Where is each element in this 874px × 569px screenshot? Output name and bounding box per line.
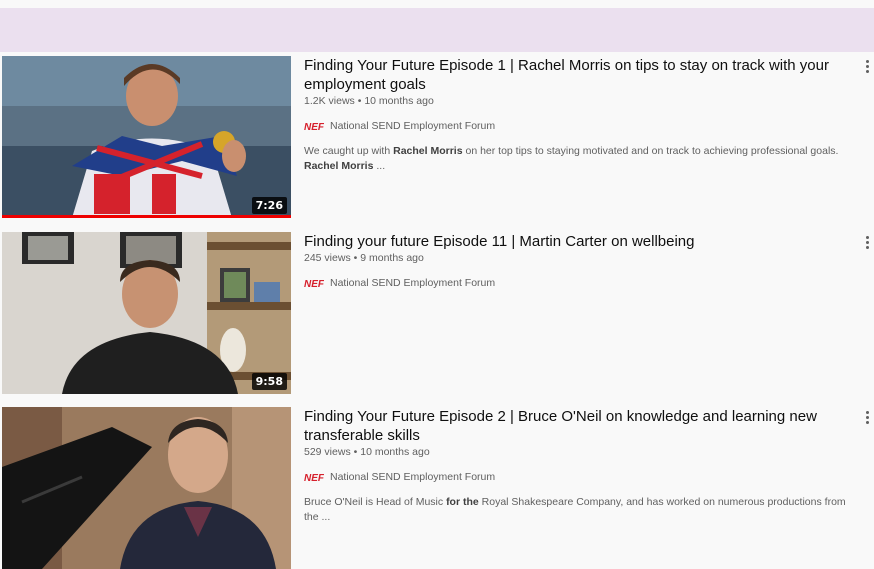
desc-highlight: Rachel Morris: [304, 160, 374, 172]
desc-text: Bruce O'Neil is Head of Music: [304, 496, 447, 508]
video-meta-2: Finding your future Episode 11 | Martin …: [304, 232, 852, 289]
video-stats-3: 529 views • 10 months ago: [304, 446, 852, 458]
channel-name[interactable]: National SEND Employment Forum: [330, 277, 495, 289]
upload-age: 10 months ago: [364, 95, 434, 107]
video-description-1: We caught up with Rachel Morris on her t…: [304, 144, 852, 174]
watch-progress-bar: [2, 215, 291, 218]
top-banner: [0, 8, 874, 52]
svg-text:NEF: NEF: [304, 473, 324, 483]
view-count: 529 views: [304, 446, 351, 458]
channel-row-3[interactable]: NEF National SEND Employment Forum: [304, 471, 852, 483]
stats-separator: •: [357, 95, 362, 107]
thumbnail-image-bruce: [2, 407, 291, 569]
channel-logo-icon: NEF: [304, 473, 324, 483]
video-item-2: 9:58 Finding your future Episode 11 | Ma…: [0, 232, 874, 394]
thumbnail-image-rachel: [2, 56, 291, 218]
desc-highlight: Rachel Morris: [393, 145, 463, 157]
video-description-3: Bruce O'Neil is Head of Music for the Ro…: [304, 495, 852, 525]
video-thumbnail-3[interactable]: [2, 407, 291, 569]
stats-separator: •: [353, 446, 358, 458]
video-meta-1: Finding Your Future Episode 1 | Rachel M…: [304, 56, 852, 174]
video-stats-2: 245 views • 9 months ago: [304, 252, 852, 264]
svg-text:NEF: NEF: [304, 279, 324, 289]
channel-name[interactable]: National SEND Employment Forum: [330, 471, 495, 483]
channel-row-2[interactable]: NEF National SEND Employment Forum: [304, 277, 852, 289]
view-count: 245 views: [304, 252, 351, 264]
more-actions-icon[interactable]: [862, 411, 872, 429]
video-duration-1: 7:26: [251, 197, 287, 214]
upload-age: 10 months ago: [360, 446, 430, 458]
video-title-1[interactable]: Finding Your Future Episode 1 | Rachel M…: [304, 56, 852, 94]
desc-text: on her top tips to staying motivated and…: [462, 145, 839, 157]
video-stats-1: 1.2K views • 10 months ago: [304, 95, 852, 107]
channel-logo-icon: NEF: [304, 279, 324, 289]
more-actions-icon[interactable]: [862, 236, 872, 254]
video-item-1: 7:26 Finding Your Future Episode 1 | Rac…: [0, 56, 874, 220]
video-title-3[interactable]: Finding Your Future Episode 2 | Bruce O'…: [304, 407, 852, 445]
more-actions-icon[interactable]: [862, 60, 872, 78]
stats-separator: •: [353, 252, 358, 264]
video-thumbnail-2[interactable]: 9:58: [2, 232, 291, 394]
view-count: 1.2K views: [304, 95, 355, 107]
video-meta-3: Finding Your Future Episode 2 | Bruce O'…: [304, 407, 852, 525]
upload-age: 9 months ago: [360, 252, 424, 264]
video-duration-2: 9:58: [251, 373, 287, 390]
channel-name[interactable]: National SEND Employment Forum: [330, 120, 495, 132]
svg-text:NEF: NEF: [304, 122, 324, 132]
video-item-3: Finding Your Future Episode 2 | Bruce O'…: [0, 407, 874, 569]
video-thumbnail-1[interactable]: 7:26: [2, 56, 291, 218]
channel-row-1[interactable]: NEF National SEND Employment Forum: [304, 120, 852, 132]
desc-highlight: for the: [446, 496, 479, 508]
desc-text: ...: [373, 160, 386, 172]
desc-text: We caught up with: [304, 145, 394, 157]
thumbnail-image-martin: [2, 232, 291, 394]
video-title-2[interactable]: Finding your future Episode 11 | Martin …: [304, 232, 852, 251]
channel-logo-icon: NEF: [304, 122, 324, 132]
